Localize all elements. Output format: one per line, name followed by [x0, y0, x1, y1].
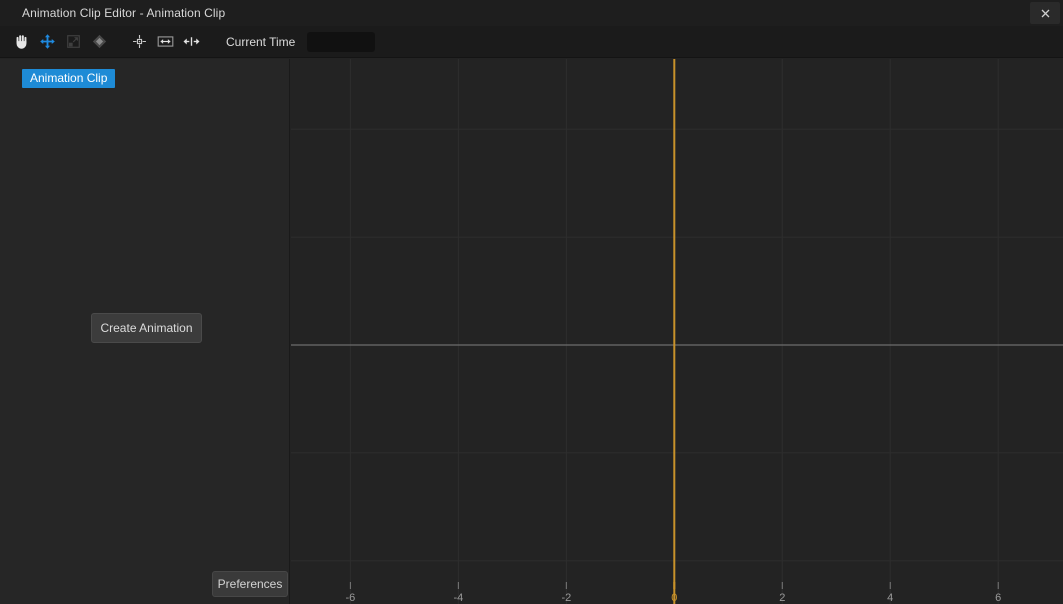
current-time-input[interactable] — [307, 32, 375, 52]
current-time-label: Current Time — [226, 35, 295, 49]
title-bar: Animation Clip Editor - Animation Clip — [0, 0, 1063, 26]
animation-clip-editor-window: Animation Clip Editor - Animation Clip — [0, 0, 1063, 604]
snap-between-tool-button[interactable] — [178, 29, 204, 55]
keyframe-tool-button[interactable] — [86, 29, 112, 55]
graph-canvas[interactable]: 40200-20-40 -6-4-20246 — [291, 59, 1063, 604]
x-axis-tick-marks — [350, 582, 998, 589]
move-arrows-icon — [39, 33, 56, 50]
x-tick-label: -6 — [345, 592, 355, 604]
x-tick-label: 0 — [671, 592, 677, 604]
x-tick-label: -4 — [453, 592, 463, 604]
center-pivot-tool-button[interactable] — [126, 29, 152, 55]
move-tool-button[interactable] — [34, 29, 60, 55]
fit-horizontal-icon — [156, 33, 175, 50]
toolbar: Current Time — [0, 26, 1063, 58]
preferences-button[interactable]: Preferences — [212, 571, 288, 597]
x-tick-label: -2 — [561, 592, 571, 604]
close-icon — [1041, 9, 1050, 18]
x-axis-tick-labels: -6 -4 -2 0 2 4 6 — [345, 592, 1001, 604]
close-button[interactable] — [1030, 2, 1060, 24]
scale-box-tool-button[interactable] — [60, 29, 86, 55]
clip-list-item-animation-clip[interactable]: Animation Clip — [22, 69, 115, 88]
fit-horizontal-tool-button[interactable] — [152, 29, 178, 55]
x-tick-label: 6 — [995, 592, 1001, 604]
x-tick-label: 4 — [887, 592, 893, 604]
hand-icon — [13, 33, 30, 50]
snap-arrows-icon — [182, 33, 201, 50]
scale-box-icon — [65, 33, 82, 50]
clip-list-panel: Animation Clip Create Animation Preferen… — [0, 59, 290, 604]
x-tick-label: 2 — [779, 592, 785, 604]
pan-hand-tool-button[interactable] — [8, 29, 34, 55]
diamond-keyframe-icon — [91, 33, 108, 50]
create-animation-button[interactable]: Create Animation — [91, 313, 202, 343]
window-title: Animation Clip Editor - Animation Clip — [22, 6, 225, 20]
curve-editor-graph[interactable]: 40200-20-40 -6-4-20246 — [291, 59, 1063, 604]
center-crosshair-icon — [131, 33, 148, 50]
